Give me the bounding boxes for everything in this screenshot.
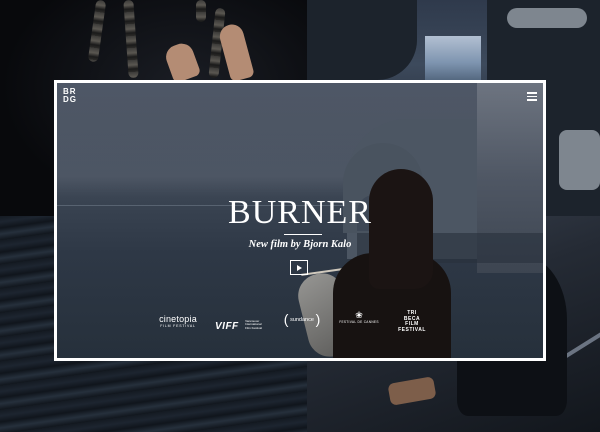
waterfall-graphic xyxy=(425,36,481,80)
title-divider xyxy=(284,234,322,235)
brand-logo[interactable]: BR DG xyxy=(63,88,83,104)
cinetopia-name: cinetopia xyxy=(159,314,197,324)
play-icon xyxy=(297,265,302,271)
festival-logo-viff: VIFF Vancouver International Film Festiv… xyxy=(215,316,271,334)
festival-logo-tribeca: TRI BECA FILM FESTIVAL xyxy=(395,310,429,333)
cannes-sub: FESTIVAL DE CANNES xyxy=(339,320,379,324)
snow-graphic xyxy=(559,130,600,190)
chain-graphic xyxy=(196,0,206,22)
website-preview-card: BR DG BURNER New film by Bjorn Kalo cine… xyxy=(54,80,546,361)
festival-logo-cannes: ❀ FESTIVAL DE CANNES xyxy=(337,311,381,325)
festival-logo-cinetopia: cinetopia FILM FESTIVAL xyxy=(153,315,203,329)
showcase-collage: BR DG BURNER New film by Bjorn Kalo cine… xyxy=(0,0,600,432)
tribeca-line-4: FESTIVAL xyxy=(398,326,426,333)
cliff-graphic xyxy=(307,0,417,80)
viff-name: VIFF xyxy=(215,321,239,332)
hand-graphic xyxy=(217,21,255,83)
hamburger-menu-icon[interactable] xyxy=(527,92,537,101)
logo-line-2: DG xyxy=(63,95,77,104)
hand-graphic xyxy=(162,40,202,84)
snow-graphic xyxy=(507,8,587,28)
sundance-name: sundance xyxy=(290,317,314,323)
viff-sub: Vancouver International Film Festival xyxy=(245,318,262,330)
play-trailer-button[interactable] xyxy=(290,260,308,275)
cinetopia-sub: FILM FESTIVAL xyxy=(160,324,196,328)
hand-graphic xyxy=(387,376,437,406)
festival-logo-sundance: ( ) sundance xyxy=(279,310,325,328)
film-subtitle: New film by Bjorn Kalo xyxy=(248,239,352,250)
palm-icon: ❀ xyxy=(355,310,363,320)
chain-graphic xyxy=(123,0,139,79)
film-title: BURNER xyxy=(228,194,372,231)
chain-graphic xyxy=(87,0,107,63)
